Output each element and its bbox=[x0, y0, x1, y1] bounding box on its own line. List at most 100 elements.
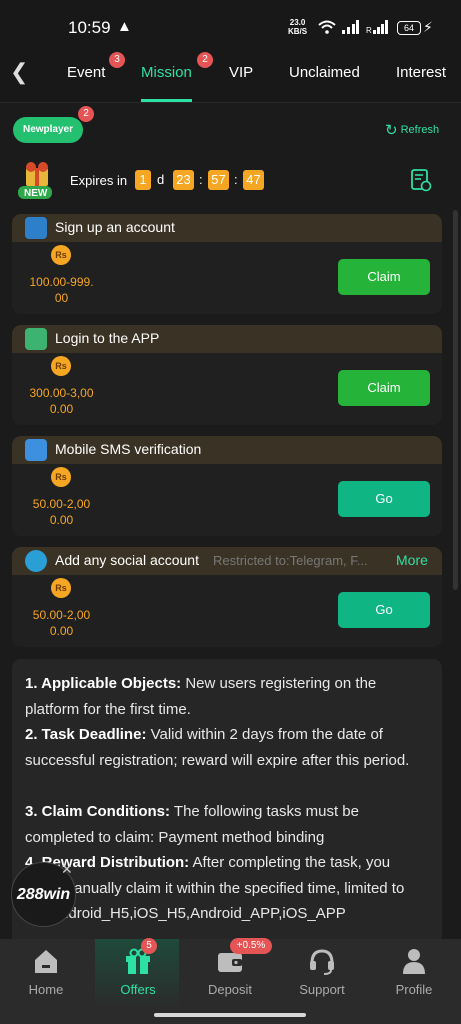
charging-icon: ⚡ bbox=[423, 19, 433, 35]
new-tag: NEW bbox=[24, 188, 48, 199]
tab-vip[interactable]: VIP bbox=[229, 64, 253, 81]
go-button[interactable]: Go bbox=[338, 592, 430, 628]
nav-support[interactable]: Support bbox=[276, 939, 368, 1009]
reward-range-line-2: 0.00 bbox=[49, 624, 74, 638]
mission-title: Add any social account bbox=[55, 552, 199, 568]
expires-sep-1: : bbox=[199, 172, 203, 187]
mission-restriction: Restricted to:Telegram, F... bbox=[213, 553, 368, 568]
active-tab-indicator bbox=[141, 99, 192, 102]
rule-2: 2. Task Deadline: Valid within 2 days fr… bbox=[25, 722, 425, 773]
bottom-nav: Home Offers Deposit Support Profile bbox=[0, 939, 461, 1024]
reward-range: 50.00-2,00 0.00 bbox=[24, 496, 99, 528]
expires-row: NEW Expires in 1 d 23 : 57 : 47 bbox=[14, 160, 454, 202]
claim-button[interactable]: Claim bbox=[338, 370, 430, 406]
clipboard-icon bbox=[25, 217, 47, 239]
newplayer-filter[interactable]: Newplayer bbox=[13, 117, 83, 143]
tab-event-badge: 3 bbox=[109, 52, 125, 68]
mission-record-icon[interactable] bbox=[410, 168, 432, 192]
nav-deposit-label: Deposit bbox=[207, 982, 253, 997]
rule-3-title: 3. Claim Conditions: bbox=[25, 803, 171, 820]
new-gift-icon: NEW bbox=[18, 162, 52, 199]
social-account-icon bbox=[25, 550, 47, 572]
mission-title: Mobile SMS verification bbox=[55, 441, 202, 457]
expires-minutes: 57 bbox=[208, 170, 229, 190]
app-login-icon bbox=[25, 328, 47, 350]
deposit-bonus-badge: +0.5% bbox=[230, 938, 272, 954]
status-time: 10:59 bbox=[68, 18, 111, 37]
rule-3: 3. Claim Conditions: The following tasks… bbox=[25, 799, 425, 850]
network-speed: 23.0 KB/S bbox=[288, 18, 307, 36]
rupee-coin-icon: Rs bbox=[51, 578, 71, 598]
tab-mission[interactable]: Mission bbox=[141, 64, 192, 81]
mission-card-signup: Sign up an account Rs 100.00-999. 00 Cla… bbox=[12, 214, 442, 314]
rule-4: 4. Reward Distribution: After completing… bbox=[25, 850, 425, 927]
network-speed-unit: KB/S bbox=[288, 27, 308, 36]
reward-range: 100.00-999. 00 bbox=[24, 274, 99, 306]
warning-icon: ▲ bbox=[117, 18, 132, 35]
nav-profile-label: Profile bbox=[395, 982, 433, 997]
home-indicator[interactable] bbox=[154, 1013, 306, 1017]
go-button[interactable]: Go bbox=[338, 481, 430, 517]
refresh-icon: ↻ bbox=[385, 122, 398, 139]
mission-card-sms: Mobile SMS verification Rs 50.00-2,00 0.… bbox=[12, 436, 442, 536]
signal-icon-2: R bbox=[366, 20, 388, 34]
back-button[interactable]: ❮ bbox=[10, 60, 34, 84]
mission-card-header: Add any social account Restricted to:Tel… bbox=[12, 547, 442, 575]
reward-range-line-2: 0.00 bbox=[49, 513, 74, 527]
claim-button[interactable]: Claim bbox=[338, 259, 430, 295]
home-icon bbox=[35, 950, 57, 973]
battery-icon: 64 bbox=[397, 21, 421, 35]
person-icon bbox=[403, 949, 425, 974]
mission-card-header: Mobile SMS verification bbox=[12, 436, 442, 464]
more-link[interactable]: More bbox=[396, 552, 428, 568]
tabs-bar: ❮ Event 3 Mission 2 VIP Unclaimed Intere… bbox=[0, 50, 461, 103]
reward-range-line-1: 50.00-2,00 bbox=[32, 608, 91, 622]
nav-home-label: Home bbox=[28, 982, 64, 997]
reward-range-line-2: 0.00 bbox=[49, 402, 74, 416]
expires-day-unit: d bbox=[157, 172, 165, 187]
rupee-coin-icon: Rs bbox=[51, 467, 71, 487]
mission-title: Login to the APP bbox=[55, 330, 160, 346]
nav-home[interactable]: Home bbox=[0, 939, 92, 1009]
reward-range-line-1: 100.00-999. bbox=[29, 275, 94, 289]
nav-offers[interactable]: Offers bbox=[92, 939, 184, 1009]
svg-text:R: R bbox=[366, 26, 372, 34]
nav-profile[interactable]: Profile bbox=[368, 939, 460, 1009]
signal-icon bbox=[342, 20, 359, 34]
rule-2-title: 2. Task Deadline: bbox=[25, 726, 147, 743]
rupee-coin-icon: Rs bbox=[51, 356, 71, 376]
reward-range: 300.00-3,00 0.00 bbox=[24, 385, 99, 417]
reward-range-line-2: 00 bbox=[54, 291, 69, 305]
network-speed-value: 23.0 bbox=[289, 18, 306, 27]
mission-card-header: Login to the APP bbox=[12, 325, 442, 353]
close-icon[interactable]: ✕ bbox=[61, 862, 75, 876]
nav-offers-label: Offers bbox=[120, 982, 156, 997]
mission-card-login: Login to the APP Rs 300.00-3,00 0.00 Cla… bbox=[12, 325, 442, 425]
newplayer-badge: 2 bbox=[78, 106, 94, 122]
tab-mission-badge: 2 bbox=[197, 52, 213, 68]
rupee-coin-icon: Rs bbox=[51, 245, 71, 265]
mission-card-header: Sign up an account bbox=[12, 214, 442, 242]
wifi-icon bbox=[318, 20, 336, 34]
rule-1-title: 1. Applicable Objects: bbox=[25, 675, 182, 692]
status-bar: 10:59 ▲ 23.0 KB/S R 64 ⚡ bbox=[0, 0, 461, 50]
tab-interest[interactable]: Interest bbox=[396, 64, 446, 81]
expires-sep-2: : bbox=[234, 172, 238, 187]
rule-1: 1. Applicable Objects: New users registe… bbox=[25, 671, 425, 722]
tab-event[interactable]: Event bbox=[67, 64, 105, 81]
rules-panel: 1. Applicable Objects: New users registe… bbox=[12, 659, 442, 939]
headset-icon bbox=[310, 949, 334, 975]
reward-range-line-1: 300.00-3,00 bbox=[29, 386, 94, 400]
mobile-phone-icon bbox=[25, 439, 47, 461]
expires-hours: 23 bbox=[173, 170, 194, 190]
expires-seconds: 47 bbox=[243, 170, 264, 190]
refresh-button[interactable]: ↻ Refresh bbox=[385, 121, 439, 139]
nav-support-label: Support bbox=[299, 982, 345, 997]
tab-unclaimed[interactable]: Unclaimed bbox=[289, 64, 360, 81]
mission-title: Sign up an account bbox=[55, 219, 175, 235]
expires-label: Expires in bbox=[70, 173, 128, 188]
expires-days: 1 bbox=[135, 170, 151, 190]
scrollbar[interactable] bbox=[453, 210, 458, 590]
reward-range: 50.00-2,00 0.00 bbox=[24, 607, 99, 639]
refresh-label: Refresh bbox=[400, 124, 440, 136]
